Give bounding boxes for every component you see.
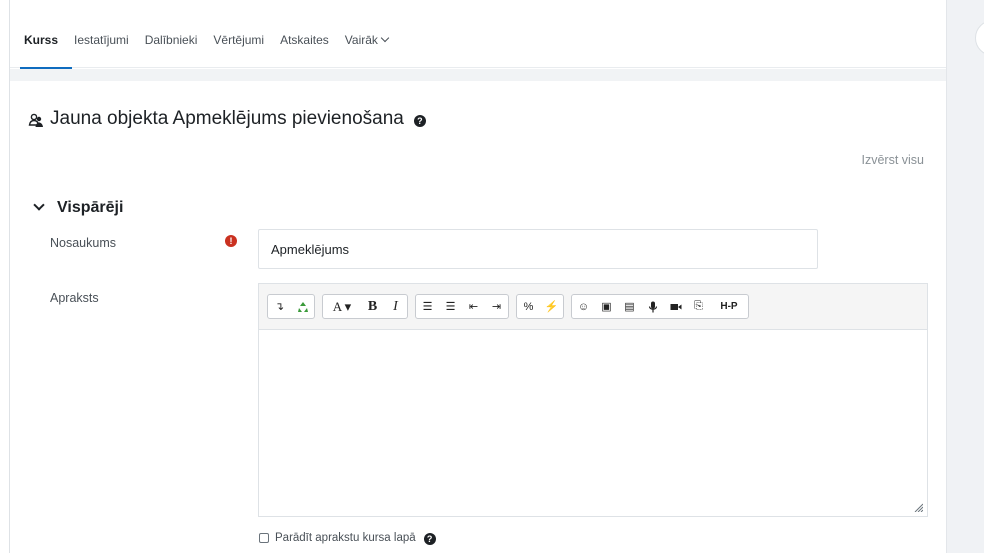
tab-label: Atskaites <box>280 33 329 47</box>
tab-more[interactable]: Vairāk <box>344 33 390 67</box>
toolbar-group-collapse: ↴ <box>267 294 315 319</box>
manage-files-icon[interactable]: ⎘ <box>687 295 710 318</box>
tab-label: Kurss <box>24 33 59 47</box>
editor-toolbar: ↴ A ▾ B I ☰ ☰ ⇤ ⇥ % ⚡ ☺ ▣ ▤ ⎘ H-P <box>259 284 927 330</box>
collapse-icon[interactable]: ↴ <box>268 295 291 318</box>
ordered-list-icon[interactable]: ☰ <box>439 295 462 318</box>
emoji-icon[interactable]: ☺ <box>572 295 595 318</box>
help-icon[interactable]: ? <box>423 533 436 545</box>
toolbar-group-lists: ☰ ☰ ⇤ ⇥ <box>415 294 509 319</box>
recycle-icon[interactable] <box>291 295 314 318</box>
name-input[interactable] <box>258 229 818 269</box>
image-icon[interactable]: ▣ <box>595 295 618 318</box>
right-drawer-strip <box>946 0 984 553</box>
tab-participants[interactable]: Dalībnieki <box>145 33 198 67</box>
microphone-svg <box>648 301 657 312</box>
chevron-down-icon <box>33 199 45 211</box>
unlink-icon[interactable]: ⚡ <box>540 295 563 318</box>
attendance-activity-icon <box>28 113 43 127</box>
tab-reports[interactable]: Atskaites <box>280 33 329 67</box>
header-separator <box>10 69 946 81</box>
bold-icon[interactable]: B <box>361 295 384 318</box>
description-editor: ↴ A ▾ B I ☰ ☰ ⇤ ⇥ % ⚡ ☺ ▣ ▤ ⎘ H-P <box>258 283 928 517</box>
font-style-icon[interactable]: A ▾ <box>323 295 361 318</box>
name-label: Nosaukums <box>50 236 116 250</box>
h5p-icon[interactable]: H-P <box>710 295 748 318</box>
tab-label: Vērtējumi <box>213 33 265 47</box>
toolbar-group-style: A ▾ B I <box>322 294 408 319</box>
tab-label: Vairāk <box>344 33 378 47</box>
left-drawer-strip <box>0 0 10 553</box>
media-icon[interactable]: ▤ <box>618 295 641 318</box>
tab-course[interactable]: Kurss <box>19 33 73 69</box>
indent-icon[interactable]: ⇥ <box>485 295 508 318</box>
expand-all-link[interactable]: Izvērst visu <box>861 153 924 167</box>
chevron-down-icon <box>380 33 390 43</box>
secondary-navigation: Kurss Iestatījumi Dalībnieki Vērtējumi A… <box>10 0 946 69</box>
page-title: Jauna objekta Apmeklējums pievienošana ? <box>28 108 426 130</box>
recycle-svg <box>297 301 308 312</box>
description-label: Apraksts <box>50 291 99 305</box>
resize-handle-icon[interactable] <box>913 502 923 512</box>
unordered-list-icon[interactable]: ☰ <box>416 295 439 318</box>
toolbar-group-insert: ☺ ▣ ▤ ⎘ H-P <box>571 294 749 319</box>
help-icon[interactable]: ? <box>413 115 426 127</box>
toolbar-group-links: % ⚡ <box>516 294 564 319</box>
outdent-icon[interactable]: ⇤ <box>462 295 485 318</box>
editor-content-area[interactable] <box>259 330 927 516</box>
required-icon: ! <box>225 235 237 247</box>
page-title-text: Jauna objekta Apmeklējums pievienošana <box>50 108 404 129</box>
italic-icon[interactable]: I <box>384 295 407 318</box>
tab-settings[interactable]: Iestatījumi <box>74 33 129 67</box>
record-audio-icon[interactable] <box>641 295 664 318</box>
section-title: Vispārēji <box>57 199 124 216</box>
tab-label: Dalībnieki <box>144 33 198 47</box>
video-camera-svg <box>670 303 681 310</box>
tab-label: Iestatījumi <box>74 33 129 47</box>
section-general-toggle[interactable]: Vispārēji <box>33 199 124 217</box>
link-icon[interactable]: % <box>517 295 540 318</box>
tab-grades[interactable]: Vērtējumi <box>213 33 264 67</box>
show-description-row: Parādīt aprakstu kursa lapā ? <box>259 532 436 545</box>
show-description-label: Parādīt aprakstu kursa lapā <box>275 532 416 544</box>
record-video-icon[interactable] <box>664 295 687 318</box>
show-description-checkbox[interactable] <box>259 533 269 543</box>
